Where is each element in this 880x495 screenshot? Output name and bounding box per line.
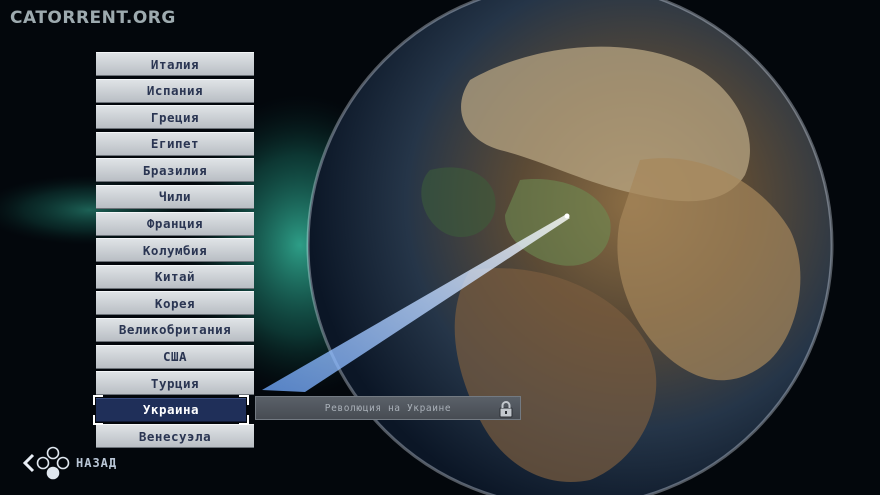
country-item[interactable]: Греция xyxy=(96,105,254,130)
country-item[interactable]: США xyxy=(96,344,254,369)
selection-bracket xyxy=(93,414,103,425)
lock-icon xyxy=(499,401,513,418)
back-label: НАЗАД xyxy=(76,456,118,470)
country-item[interactable]: Бразилия xyxy=(96,158,254,183)
back-nav[interactable]: НАЗАД xyxy=(22,446,117,480)
back-chevron-icon xyxy=(22,453,35,473)
country-item[interactable]: Китай xyxy=(96,264,254,289)
country-item[interactable]: Испания xyxy=(96,78,254,103)
country-item[interactable]: Турция xyxy=(96,371,254,396)
country-list: Италия Испания Греция Египет Бразилия Чили Фра… xyxy=(93,52,254,451)
country-item[interactable]: Италия xyxy=(96,52,254,76)
country-item[interactable]: Колумбия xyxy=(96,238,254,263)
watermark: CATORRENT.ORG xyxy=(10,8,176,28)
country-item[interactable]: Чили xyxy=(96,184,254,209)
country-item[interactable]: Корея xyxy=(96,291,254,316)
selection-bracket xyxy=(239,394,249,405)
mission-panel[interactable]: Революция на Украине xyxy=(255,396,521,420)
selection-bracket xyxy=(239,414,249,425)
country-item[interactable]: Великобритания xyxy=(96,317,254,342)
country-item-selected[interactable]: Украина xyxy=(93,394,249,425)
country-item[interactable]: Венесуэла xyxy=(96,424,254,449)
country-item[interactable]: Франция xyxy=(96,211,254,236)
selection-bracket xyxy=(93,394,103,405)
face-buttons-icon xyxy=(36,446,70,480)
country-item[interactable]: Египет xyxy=(96,131,254,156)
mission-label: Революция на Украине xyxy=(324,402,452,414)
